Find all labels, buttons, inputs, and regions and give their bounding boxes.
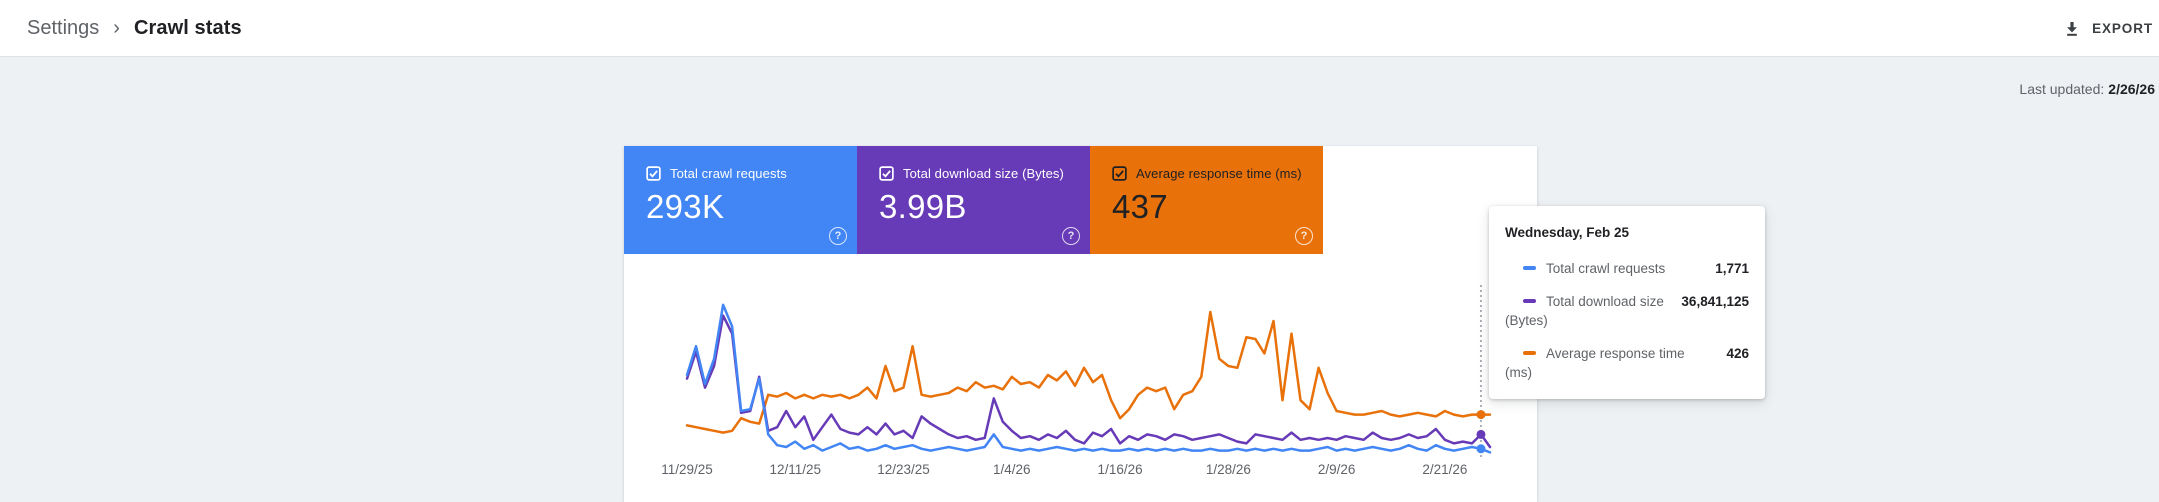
chart-tooltip: Wednesday, Feb 25 1,771 Total crawl reque… [1489,206,1765,399]
highlight-dot-download_size [1476,429,1486,439]
tooltip-row-crawl-requests: 1,771 Total crawl requests [1505,259,1749,278]
card-label: Total download size (Bytes) [903,166,1064,181]
last-updated-value: 2/26/26 [2108,81,2155,97]
chart-line-crawl_requests [685,303,1492,454]
tooltip-value: 426 [1726,346,1749,361]
last-updated-label: Last updated: [2019,81,2105,97]
tooltip-value: 36,841,125 [1681,294,1749,309]
help-icon[interactable]: ? [1295,227,1313,245]
tooltip-row-download-size: 36,841,125 Total download size (Bytes) [1505,292,1749,330]
tooltip-label-unit: (Bytes) [1505,313,1548,328]
download-icon [2067,21,2078,36]
metric-card-average-response-time[interactable]: Average response time (ms) 437 ? [1090,146,1323,254]
series-swatch-blue [1523,266,1536,271]
crawl-stats-chart-card: 11/29/25 12/11/25 12/23/25 1/4/26 1/16/26 1/2… [624,146,1537,502]
tooltip-date: Wednesday, Feb 25 [1505,225,1630,240]
chevron-right-icon: › [113,17,120,39]
tooltip-label: Total crawl requests [1546,261,1666,276]
chart-line-download_size [685,314,1492,449]
checkbox-checked-icon[interactable] [646,166,661,181]
chart-line-response_time [685,310,1492,434]
card-label: Average response time (ms) [1136,166,1302,181]
series-swatch-orange [1523,351,1536,356]
metric-card-total-crawl-requests[interactable]: Total crawl requests 293K ? [624,146,857,254]
page-title: Crawl stats [133,17,242,39]
tooltip-label: Total download size [1546,294,1664,309]
checkbox-checked-icon[interactable] [879,166,894,181]
last-updated: Last updated: 2/26/26 [2019,81,2155,97]
tooltip-label: Average response time [1546,346,1685,361]
checkbox-checked-icon[interactable] [1112,166,1127,181]
tooltip-row-response-time: 426 Average response time (ms) [1505,344,1749,382]
metric-cards-row: Total crawl requests 293K ? Total downlo… [624,146,1537,254]
card-value: 293K [646,188,725,225]
export-label: EXPORT [2092,21,2153,36]
card-value: 3.99B [879,188,967,225]
card-label: Total crawl requests [670,166,787,181]
breadcrumb-settings-link[interactable]: Settings [27,17,99,40]
card-value: 437 [1112,188,1168,225]
export-button[interactable]: EXPORT [2059,0,2157,57]
highlight-dot-response_time [1476,410,1486,420]
help-icon[interactable]: ? [829,227,847,245]
help-icon[interactable]: ? [1062,227,1080,245]
series-swatch-purple [1523,299,1536,304]
top-bar: Settings › Crawl stats EXPORT [0,0,2159,57]
highlight-dot-crawl_requests [1476,444,1486,454]
breadcrumb: Settings › Crawl stats [27,0,242,57]
tooltip-value: 1,771 [1715,261,1749,276]
tooltip-label-unit: (ms) [1505,365,1532,380]
metric-card-total-download-size[interactable]: Total download size (Bytes) 3.99B ? [857,146,1090,254]
